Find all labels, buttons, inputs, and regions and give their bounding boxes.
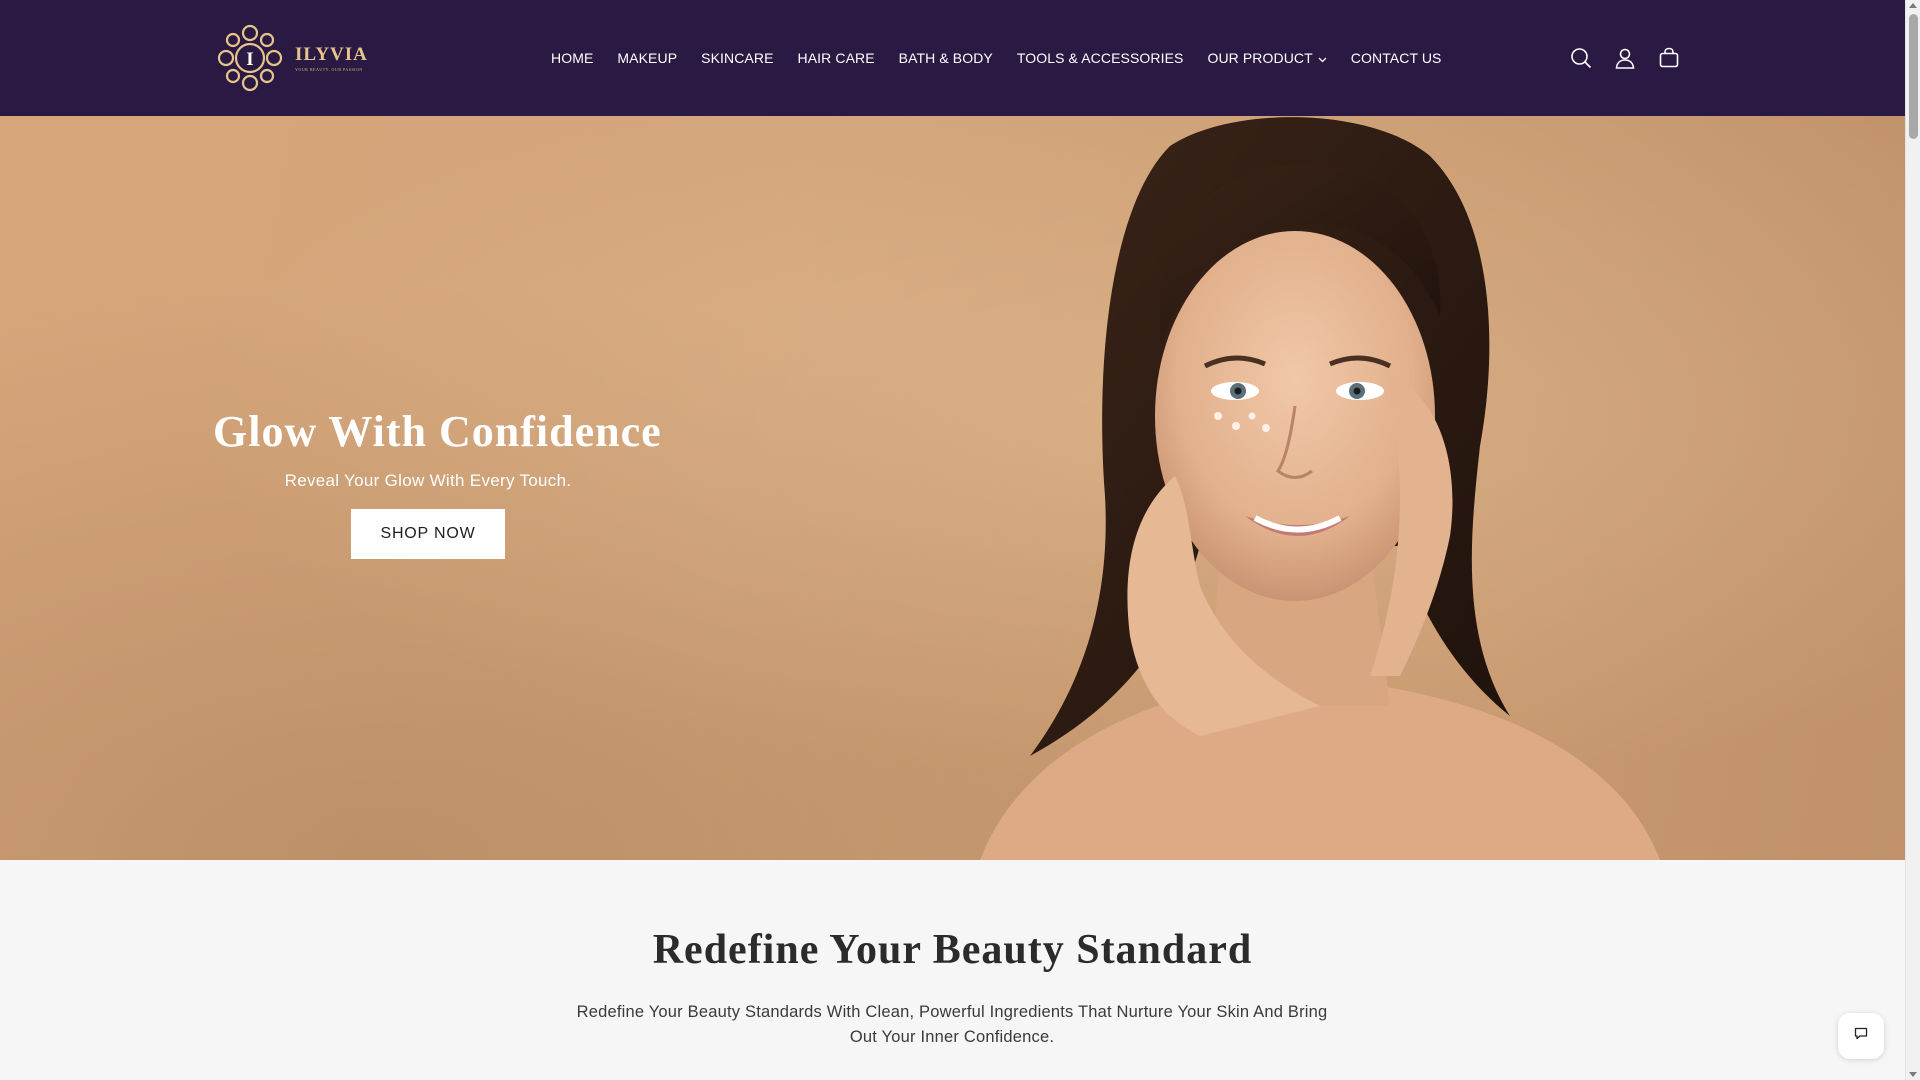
header-actions (1570, 0, 1680, 116)
nav-item-label: BATH & BODY (898, 50, 993, 66)
nav-item-label: MAKEUP (617, 50, 678, 66)
page-scrollbar[interactable] (1905, 0, 1920, 1080)
logo-wordmark: ILYVIA (295, 44, 368, 65)
nav-item-home[interactable]: HOME (551, 50, 605, 66)
scroll-down-icon[interactable] (1909, 1072, 1917, 1077)
nav-item-makeup[interactable]: MAKEUP (605, 50, 689, 66)
search-icon[interactable] (1570, 47, 1592, 69)
site-header: I ILYVIA YOUR BEAUTY, OUR PASSION HOME M… (0, 0, 1905, 116)
nav-item-skincare[interactable]: SKINCARE (689, 50, 785, 66)
section-description: Redefine Your Beauty Standards With Clea… (576, 1003, 1328, 1046)
nav-item-label: OUR PRODUCT (1207, 50, 1313, 66)
nav-item-tools-accessories[interactable]: TOOLS & ACCESSORIES (1005, 50, 1196, 66)
main-nav: HOME MAKEUP SKINCARE HAIR CARE BATH & BO… (551, 0, 1454, 116)
nav-item-hair-care[interactable]: HAIR CARE (786, 50, 887, 66)
nav-item-label: TOOLS & ACCESSORIES (1016, 50, 1184, 66)
logo-monogram: I (246, 49, 253, 70)
chevron-down-icon (1318, 50, 1327, 66)
nav-item-label: CONTACT US (1350, 50, 1442, 66)
nav-item-our-product[interactable]: OUR PRODUCT (1195, 50, 1338, 66)
nav-item-contact-us[interactable]: CONTACT US (1339, 50, 1454, 66)
hero-model-image (980, 117, 1660, 860)
cart-icon[interactable] (1658, 47, 1680, 69)
hero-subtitle: Reveal Your Glow With Every Touch. (284, 471, 572, 490)
nav-item-bath-body[interactable]: BATH & BODY (887, 50, 1005, 66)
account-icon[interactable] (1614, 47, 1636, 69)
logo-tagline: YOUR BEAUTY, OUR PASSION (295, 67, 363, 72)
nav-item-label: SKINCARE (701, 50, 774, 66)
brand-logo[interactable]: I ILYVIA YOUR BEAUTY, OUR PASSION (213, 18, 375, 98)
shop-now-button[interactable]: SHOP NOW (351, 509, 505, 559)
nav-item-label: HAIR CARE (797, 50, 875, 66)
hero-banner: Glow With Confidence Reveal Your Glow Wi… (0, 116, 1905, 860)
section-title: Redefine Your Beauty Standard (652, 927, 1253, 973)
chat-icon (1854, 1027, 1868, 1045)
hero-content: Glow With Confidence Reveal Your Glow Wi… (213, 406, 662, 559)
scroll-up-icon[interactable] (1909, 3, 1917, 8)
intro-section: Redefine Your Beauty Standard Redefine Y… (0, 860, 1905, 1080)
nav-item-label: HOME (551, 50, 594, 66)
hero-title: Glow With Confidence (213, 407, 662, 456)
scrollbar-thumb[interactable] (1909, 14, 1918, 139)
chat-button[interactable] (1838, 1013, 1884, 1059)
logo-emblem-icon: I (217, 24, 283, 92)
